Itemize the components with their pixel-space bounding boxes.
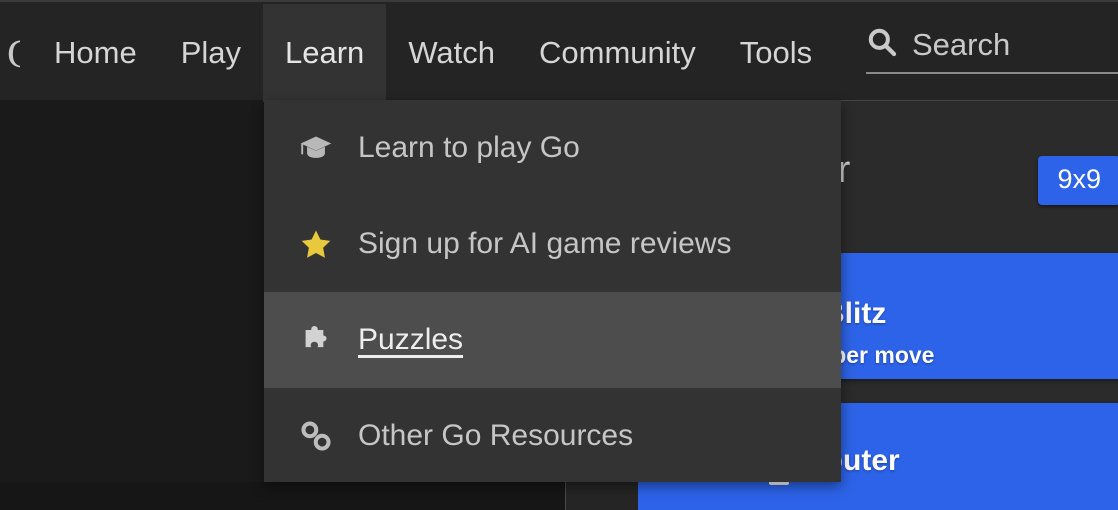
menu-item-label: Learn to play Go xyxy=(358,131,580,164)
app-root: inder 9x9 Blitz s per move mputer G xyxy=(0,0,1118,510)
puzzle-piece-icon xyxy=(296,325,336,355)
nav-item-community[interactable]: Community xyxy=(517,4,718,102)
nav-item-watch[interactable]: Watch xyxy=(386,4,517,102)
top-navigation-bar: G Home Play Learn Watch Community Tools xyxy=(0,0,1118,102)
graduation-cap-icon xyxy=(296,134,336,162)
nav-item-label: Community xyxy=(539,35,696,70)
nav-item-label: Watch xyxy=(408,35,496,70)
star-icon xyxy=(296,228,336,261)
nav-item-home[interactable]: Home xyxy=(32,4,159,102)
nav-item-label: Home xyxy=(54,35,137,70)
chain-link-icon xyxy=(296,420,336,452)
menu-item-sign-up-for-ai-game-reviews[interactable]: Sign up for AI game reviews xyxy=(264,196,841,292)
learn-dropdown-menu: Learn to play Go Sign up for AI game rev… xyxy=(264,100,841,482)
nav-items: G Home Play Learn Watch Community Tools xyxy=(0,4,834,102)
bottom-divider xyxy=(565,482,566,510)
search-field[interactable]: Search xyxy=(866,26,1118,74)
site-logo[interactable]: G xyxy=(0,4,20,102)
menu-item-other-go-resources[interactable]: Other Go Resources xyxy=(264,388,841,484)
search-placeholder: Search xyxy=(912,26,1011,62)
nav-item-label: Play xyxy=(180,35,242,70)
nav-item-label: Learn xyxy=(285,35,365,70)
menu-item-puzzles[interactable]: Puzzles xyxy=(264,292,841,388)
menu-item-label: Puzzles xyxy=(358,323,464,356)
bottom-strip-left xyxy=(0,482,565,510)
menu-item-label: Other Go Resources xyxy=(358,419,634,452)
nav-item-learn[interactable]: Learn xyxy=(263,4,387,102)
logo-glyph: G xyxy=(7,30,20,77)
bottom-strip-mid xyxy=(566,482,638,510)
menu-item-learn-to-play-go[interactable]: Learn to play Go xyxy=(264,100,841,196)
nav-item-label: Tools xyxy=(739,35,813,70)
board-size-badge[interactable]: 9x9 xyxy=(1038,156,1118,205)
menu-item-label: Sign up for AI game reviews xyxy=(358,227,732,260)
nav-item-tools[interactable]: Tools xyxy=(718,4,834,102)
search-icon xyxy=(866,26,898,63)
nav-item-play[interactable]: Play xyxy=(159,4,263,102)
